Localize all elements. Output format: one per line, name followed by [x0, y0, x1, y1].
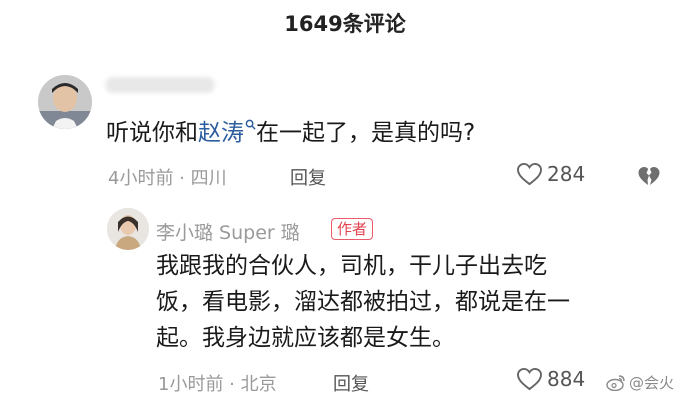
commenter-avatar[interactable] [38, 75, 92, 129]
comment-dislike-button[interactable] [637, 165, 661, 191]
reply-text-line-2: 饭，看电影，溜达都被拍过，都说是在一 [156, 289, 570, 315]
comment-time-location: 4小时前 · 四川 [108, 168, 227, 189]
reply-like-count: 884 [547, 367, 586, 391]
weibo-logo-icon [606, 375, 625, 391]
reply-reply-button[interactable]: 回复 [333, 370, 369, 396]
author-badge: 作者 [331, 218, 374, 240]
comment-like-button[interactable]: 284 [516, 162, 585, 186]
reply-author-name[interactable]: 李小璐 Super 璐 [156, 218, 300, 245]
comment-text-after: 在一起了，是真的吗? [256, 120, 476, 146]
reply-text-line-3: 起。我身边就应该都是女生。 [156, 325, 455, 351]
reply-like-button[interactable]: 884 [516, 367, 585, 391]
heart-outline-icon [517, 367, 542, 391]
search-icon [245, 119, 256, 130]
mention-link[interactable]: 赵涛 [198, 119, 256, 146]
watermark: @会火 [606, 372, 674, 393]
comments-count-title: 1649条评论 [284, 12, 406, 36]
reply-author-avatar[interactable] [107, 208, 149, 250]
mention-name: 赵涛 [198, 120, 244, 146]
comment-text: 听说你和赵涛 在一起了，是真的吗? [106, 118, 475, 148]
reply-text-line-1: 我跟我的合伙人，司机，干儿子出去吃 [156, 253, 547, 279]
heart-outline-icon [517, 162, 542, 186]
watermark-text: @会火 [628, 374, 674, 392]
comment-reply-button[interactable]: 回复 [290, 164, 326, 190]
comment-text-before: 听说你和 [106, 120, 198, 146]
reply-time-location: 1小时前 · 北京 [158, 374, 277, 395]
comment-like-count: 284 [547, 162, 586, 186]
broken-heart-icon [638, 167, 660, 185]
commenter-name-blurred [105, 77, 215, 93]
